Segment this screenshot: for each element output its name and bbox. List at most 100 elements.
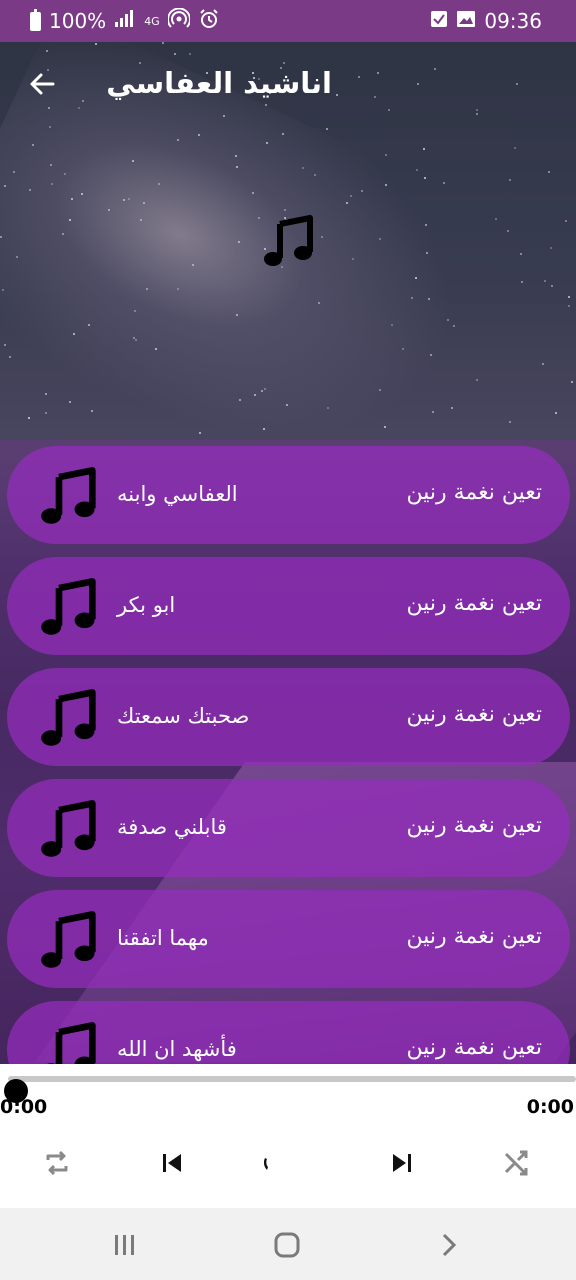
set-ringtone-button[interactable]: تعين نغمة رنين [407,924,543,949]
ringtone-list: العفاسي وابنه تعين نغمة رنين ابو بكر تعي… [0,440,576,1064]
star [443,182,445,184]
item-title: فأشهد ان الله [117,1037,237,1061]
list-item[interactable]: العفاسي وابنه تعين نغمة رنين [7,446,570,544]
list-item[interactable]: قابلني صدفة تعين نغمة رنين [7,779,570,877]
star [568,296,570,298]
star [346,202,348,204]
status-left: 100% 4G [30,7,220,34]
item-title: ابو بكر [117,593,176,617]
star [424,177,426,179]
star [379,238,381,240]
star [32,144,34,146]
star [284,209,286,211]
star [550,247,552,249]
star [236,166,238,168]
set-ringtone-button[interactable]: تعين نغمة رنين [407,591,543,616]
star [140,219,142,221]
list-item[interactable]: مهما اتفقنا تعين نغمة رنين [7,890,570,988]
star [239,399,241,401]
seek-bar[interactable] [4,1076,576,1103]
star [568,305,570,307]
star [2,289,4,291]
star [451,407,453,409]
arrow-left-icon [30,73,55,95]
music-note-icon [39,799,99,859]
play-icon [263,1158,268,1170]
star [476,379,478,381]
star [565,220,567,222]
back-button[interactable] [22,64,62,104]
image-icon [456,10,476,32]
star [236,314,238,316]
signal-icon [114,10,136,32]
home-button[interactable] [270,1228,304,1262]
star [551,285,553,287]
battery-icon [30,8,41,31]
set-ringtone-button[interactable]: تعين نغمة رنين [407,480,543,505]
item-title: قابلني صدفة [117,815,227,839]
star [91,410,93,412]
music-note-icon [39,577,99,637]
list-item[interactable]: فأشهد ان الله تعين نغمة رنين [7,1001,570,1064]
play-button[interactable] [249,1146,283,1180]
star [416,169,418,171]
star [391,324,393,326]
star [13,171,15,173]
star [133,337,135,339]
item-title: مهما اتفقنا [117,926,209,950]
star [143,202,145,204]
star [132,160,134,162]
star [158,183,160,185]
set-ringtone-button[interactable]: تعين نغمة رنين [407,702,543,727]
list-item[interactable]: ابو بكر تعين نغمة رنين [7,557,570,655]
star [350,195,352,197]
star [258,217,260,219]
star [123,199,125,201]
recent-apps-button[interactable] [108,1228,142,1262]
star [135,339,137,341]
star [261,390,263,392]
star [447,319,449,321]
alarm-icon [198,8,220,34]
music-note-icon [39,466,99,526]
star [192,264,194,266]
star [177,288,179,290]
star [385,184,387,186]
previous-button[interactable] [155,1146,189,1180]
star [432,411,434,413]
back-nav-button[interactable] [432,1228,466,1262]
recent-apps-icon [115,1235,134,1255]
next-button[interactable] [385,1146,419,1180]
star [555,412,557,414]
star [254,394,256,396]
star [282,133,284,135]
page-title: اناشيد العفاسي [106,66,332,100]
star [263,428,265,430]
star [81,193,83,195]
total-time: 0:00 [526,1096,574,1118]
shuffle-icon [504,1150,528,1176]
music-note-icon [39,910,99,970]
skip-next-icon [393,1154,411,1172]
star [4,185,6,187]
star [45,412,47,414]
star [146,288,148,290]
home-icon [274,1232,300,1258]
star [286,404,288,406]
star [73,333,75,335]
star [571,381,573,383]
audio-player: 0:00 0:00 [0,1064,576,1208]
item-title: صحبتك سمعتك [117,704,250,728]
shuffle-button[interactable] [500,1146,534,1180]
star [327,407,329,409]
star [352,258,354,260]
set-ringtone-button[interactable]: تعين نغمة رنين [407,813,543,838]
star [69,401,71,403]
repeat-button[interactable] [40,1146,74,1180]
star [177,139,179,141]
star [128,198,130,200]
star [134,310,136,312]
set-ringtone-button[interactable]: تعين نغمة رنين [407,1035,543,1060]
star [521,281,523,283]
list-item[interactable]: صحبتك سمعتك تعين نغمة رنين [7,668,570,766]
